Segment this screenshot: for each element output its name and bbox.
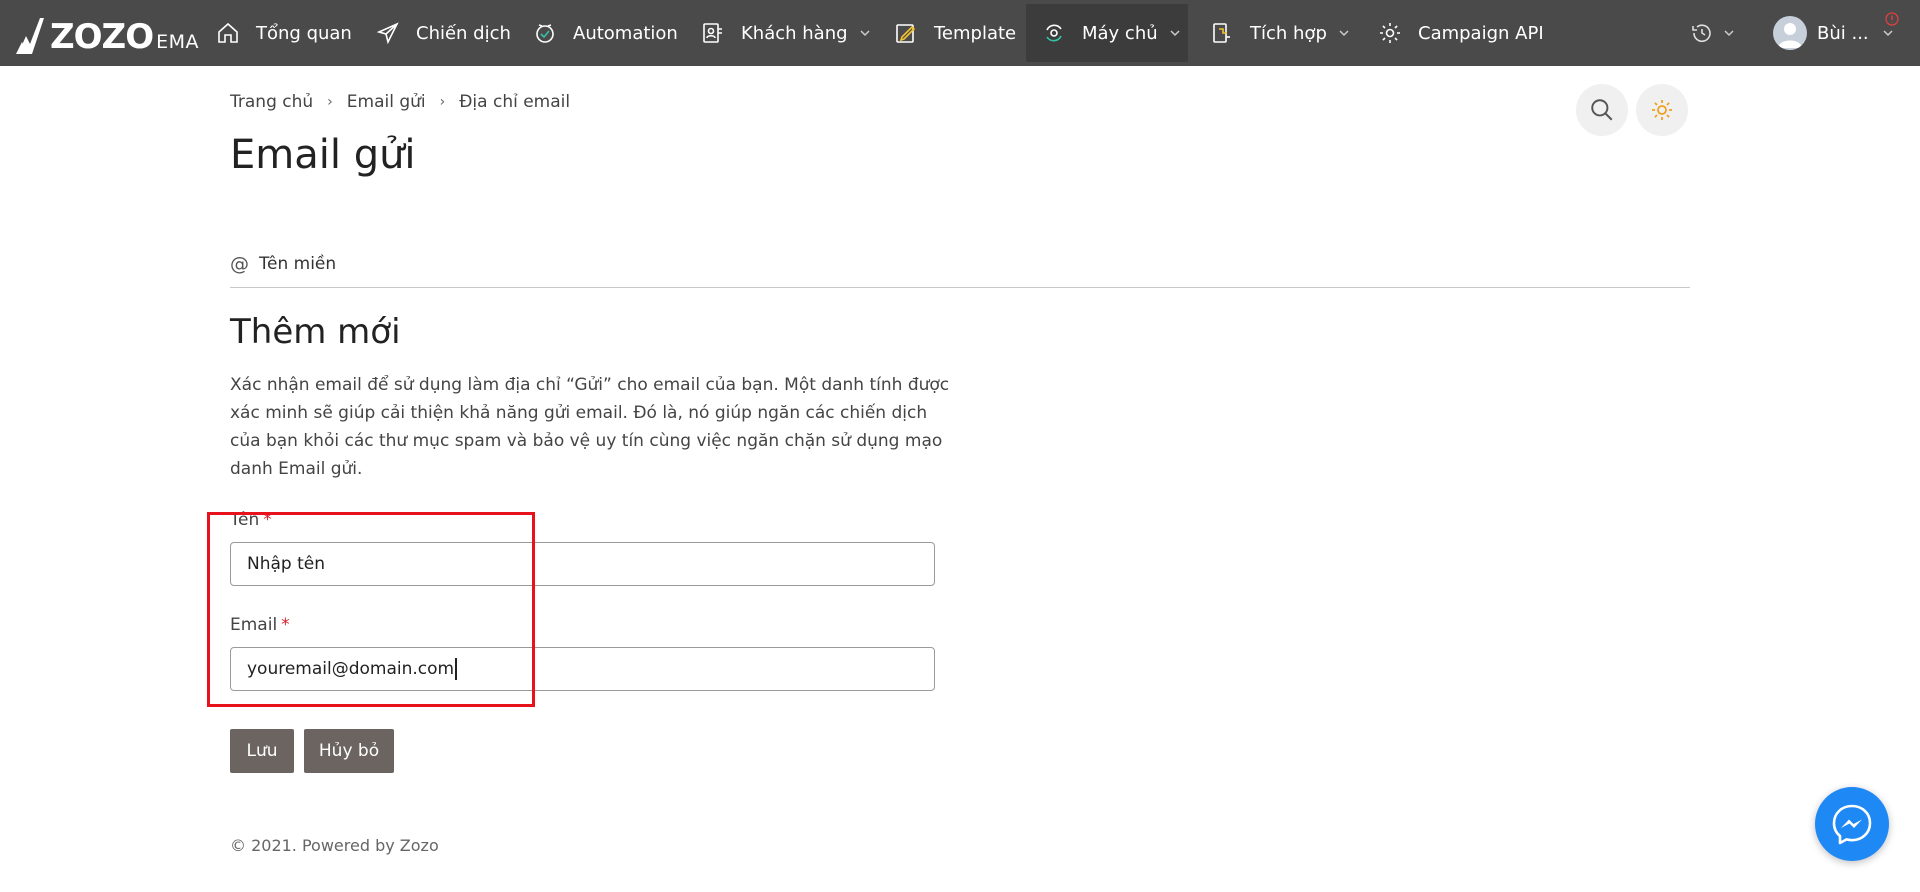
history-icon — [1692, 24, 1711, 43]
divider — [230, 287, 1690, 288]
chevron-down-icon — [1170, 30, 1180, 37]
sun-icon — [1652, 100, 1672, 120]
user-name: Bùi ... — [1817, 22, 1869, 44]
breadcrumb-sender-email[interactable]: Email gửi — [347, 92, 426, 112]
nav-item-campaign-api[interactable]: Campaign API — [1378, 0, 1544, 66]
top-navbar: ZOZO EMA Tổng quan Chiến dịch Automation… — [0, 0, 1920, 66]
alert-icon — [1885, 12, 1899, 26]
at-sign-icon: @ — [230, 253, 249, 275]
edit-icon — [896, 24, 916, 43]
avatar[interactable] — [1773, 16, 1807, 50]
highlight-box — [207, 512, 535, 707]
chevron-down-icon — [860, 30, 870, 37]
nav-item-template[interactable]: Template — [894, 0, 1016, 66]
history-menu[interactable] — [1690, 0, 1734, 66]
breadcrumb: Trang chủ › Email gửi › Địa chỉ email — [230, 92, 570, 112]
search-icon — [1591, 99, 1613, 121]
tab-domain-label: Tên miền — [259, 254, 337, 274]
nav-label: Automation — [573, 22, 678, 44]
contacts-icon — [703, 23, 722, 43]
chevron-right-icon: › — [327, 94, 333, 110]
nav-label: Campaign API — [1418, 22, 1544, 44]
send-icon — [376, 22, 399, 45]
logo-subtext: EMA — [156, 31, 200, 53]
footer-text: © 2021. Powered by Zozo — [230, 836, 439, 855]
nav-item-integrations[interactable]: Tích hợp — [1210, 0, 1349, 66]
nav-label: Tổng quan — [256, 22, 352, 44]
nav-label: Template — [934, 22, 1017, 44]
shield-check-icon — [536, 24, 554, 43]
gear-icon — [1380, 23, 1400, 43]
theme-toggle-button[interactable] — [1636, 84, 1688, 136]
logo-text: ZOZO — [50, 17, 154, 57]
breadcrumb-home[interactable]: Trang chủ — [230, 92, 313, 112]
nav-label: Khách hàng — [741, 22, 848, 44]
nav-item-servers[interactable]: Máy chủ — [1026, 4, 1188, 62]
nav-label: Tích hợp — [1250, 22, 1327, 44]
form-description: Xác nhận email để sử dụng làm địa chỉ “G… — [230, 375, 950, 479]
home-icon — [218, 22, 238, 43]
nav-item-overview[interactable]: Tổng quan — [216, 0, 352, 66]
nav-label: Máy chủ — [1082, 22, 1158, 44]
logo-mark-icon — [16, 18, 44, 54]
user-menu[interactable]: Bùi ... — [1817, 0, 1893, 66]
chevron-right-icon: › — [439, 94, 446, 110]
user-avatar-icon — [1778, 23, 1802, 48]
logo[interactable]: ZOZO EMA — [14, 10, 199, 56]
search-button[interactable] — [1576, 84, 1628, 136]
nav-label: Chiến dịch — [416, 22, 511, 44]
section-title: Thêm mới — [230, 312, 401, 352]
tab-domain[interactable]: @ Tên miền — [230, 253, 336, 275]
integration-icon — [1213, 23, 1230, 43]
save-button[interactable]: Lưu — [230, 729, 294, 773]
cancel-button[interactable]: Hủy bỏ — [304, 729, 394, 773]
breadcrumb-email-address: Địa chỉ email — [459, 92, 571, 112]
nav-item-campaigns[interactable]: Chiến dịch — [376, 0, 511, 66]
chevron-down-icon — [1724, 30, 1734, 37]
chevron-down-icon — [1339, 30, 1349, 37]
chevron-down-icon — [1883, 30, 1893, 37]
server-sync-icon — [1046, 24, 1062, 42]
messenger-chat-button[interactable] — [1815, 787, 1889, 861]
nav-item-automation[interactable]: Automation — [533, 0, 678, 66]
page-title: Email gửi — [230, 132, 416, 178]
messenger-icon — [1832, 804, 1872, 845]
nav-item-customers[interactable]: Khách hàng — [701, 0, 870, 66]
